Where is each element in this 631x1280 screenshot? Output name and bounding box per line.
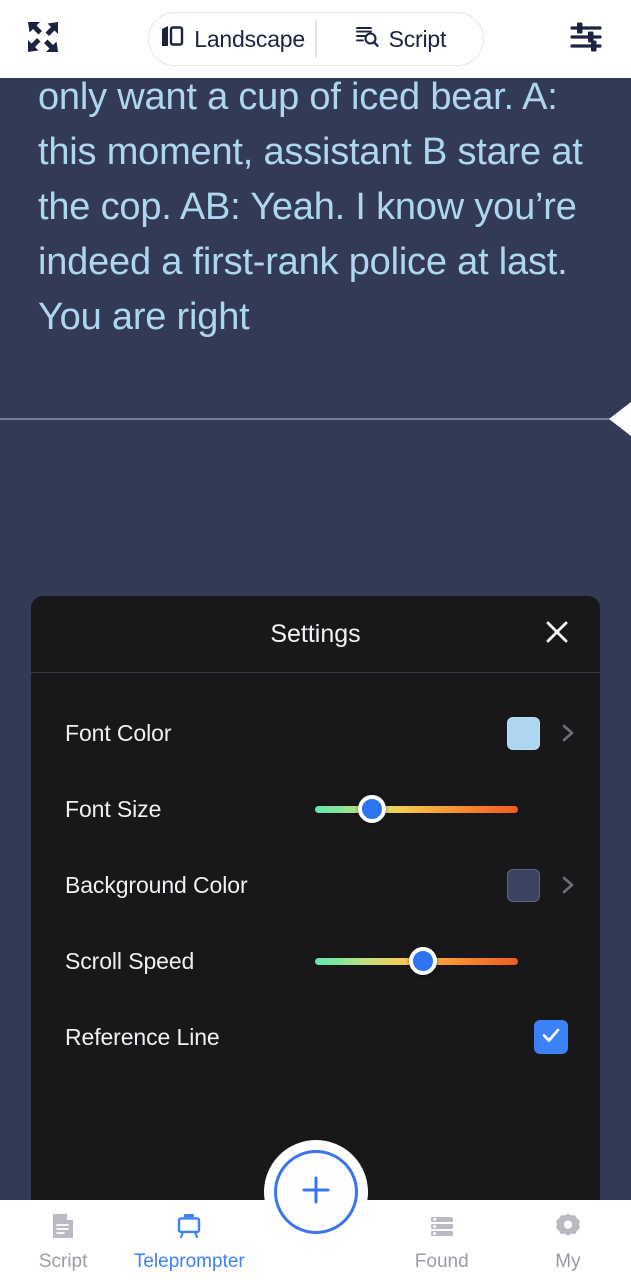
tab-landscape[interactable]: Landscape (149, 13, 315, 65)
app-root: Landscape Script only want a cup of iced… (0, 0, 631, 1280)
nav-item-my-label: My (555, 1250, 581, 1272)
plus-icon (295, 1169, 337, 1216)
scroll-speed-slider-knob[interactable] (408, 947, 437, 975)
font-size-control[interactable] (315, 792, 578, 826)
settings-row-scroll-speed[interactable]: Scroll Speed (31, 923, 600, 999)
fullscreen-expand-button[interactable] (20, 16, 66, 62)
nav-item-script-label: Script (38, 1250, 88, 1272)
reference-line-checkbox[interactable] (534, 1020, 568, 1054)
chevron-right-icon (558, 723, 578, 743)
script-document-icon (49, 1212, 77, 1245)
settings-row-font-color[interactable]: Font Color (31, 695, 600, 771)
mode-segmented-control: Landscape Script (148, 12, 484, 66)
scroll-speed-control[interactable] (315, 944, 578, 978)
background-color-swatch[interactable] (507, 868, 540, 902)
screen-rotate-icon (159, 23, 185, 55)
scroll-speed-slider[interactable] (315, 944, 518, 978)
nav-item-found[interactable]: Found (379, 1200, 505, 1280)
settings-row-reference-line[interactable]: Reference Line (31, 999, 600, 1075)
nav-item-my[interactable]: My (505, 1200, 631, 1280)
close-x-icon (541, 616, 573, 653)
font-size-slider-track (315, 805, 518, 813)
font-color-value[interactable] (507, 716, 578, 750)
nav-item-script[interactable]: Script (0, 1200, 126, 1280)
scroll-speed-label: Scroll Speed (65, 947, 195, 974)
settings-title: Settings (270, 619, 361, 648)
nav-item-teleprompter[interactable]: Teleprompter (126, 1200, 252, 1280)
gear-icon (554, 1212, 582, 1245)
background-color-value[interactable] (507, 868, 578, 902)
nav-item-found-label: Found (414, 1250, 469, 1272)
reference-line-marker-icon (609, 402, 631, 436)
teleprompter-easel-icon (175, 1212, 203, 1245)
font-size-slider[interactable] (315, 792, 518, 826)
settings-row-background-color[interactable]: Background Color (31, 847, 600, 923)
list-rows-icon (428, 1212, 456, 1245)
font-size-label: Font Size (65, 795, 162, 822)
tab-landscape-label: Landscape (194, 25, 305, 52)
font-size-slider-knob[interactable] (357, 795, 386, 823)
settings-panel: Settings Font Color Font Size Background… (31, 596, 600, 1200)
top-bar: Landscape Script (0, 0, 631, 78)
tab-script[interactable]: Script (317, 13, 483, 65)
background-color-label: Background Color (65, 871, 248, 898)
chevron-right-icon (558, 875, 578, 895)
create-new-button[interactable] (273, 1150, 358, 1234)
settings-header: Settings (31, 596, 600, 673)
script-search-icon (354, 23, 380, 55)
settings-rows: Font Color Font Size Background Color Sc… (31, 673, 600, 1075)
nav-item-teleprompter-label: Teleprompter (133, 1250, 245, 1272)
settings-tune-button[interactable] (563, 16, 609, 62)
tab-script-label: Script (388, 25, 447, 52)
tune-sliders-icon (566, 17, 606, 62)
settings-close-button[interactable] (536, 613, 578, 655)
reference-line-control[interactable] (534, 1020, 578, 1054)
teleprompter-text: only want a cup of iced bear. A: this mo… (38, 78, 583, 338)
check-icon (540, 1024, 562, 1051)
settings-row-font-size[interactable]: Font Size (31, 771, 600, 847)
fullscreen-expand-icon (23, 17, 63, 62)
reference-line-label: Reference Line (65, 1023, 220, 1050)
font-color-swatch[interactable] (507, 716, 540, 750)
reference-line (0, 418, 631, 420)
font-color-label: Font Color (65, 719, 172, 746)
